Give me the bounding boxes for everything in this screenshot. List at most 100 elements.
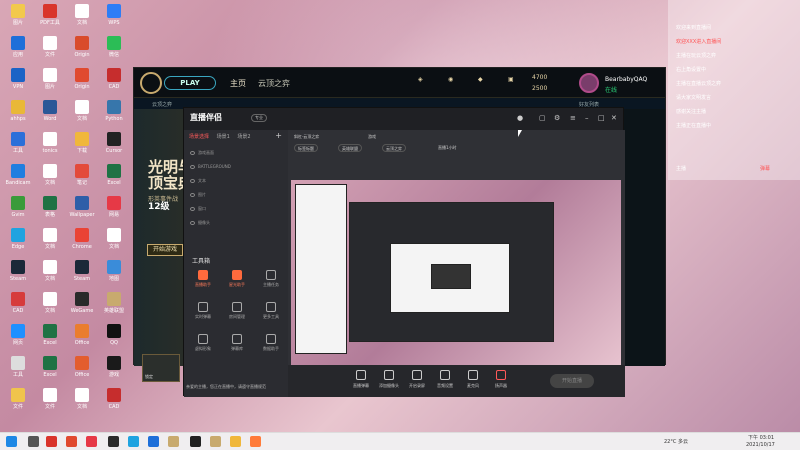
tab-scene-2[interactable]: 场景2 <box>237 133 250 140</box>
desktop-icon[interactable]: Excel <box>34 324 66 358</box>
desktop-icon[interactable]: 文件 <box>2 388 34 422</box>
eye-icon[interactable] <box>190 165 195 169</box>
game-nav-icon-home[interactable]: ◈ <box>418 76 423 83</box>
toolbox-item[interactable]: 更多工具 <box>258 302 284 326</box>
play-button[interactable]: PLAY <box>164 76 216 90</box>
nav-home[interactable]: 主页 <box>230 78 246 89</box>
desktop-icon[interactable]: 文档 <box>34 292 66 326</box>
desktop-icon[interactable]: 文档 <box>34 164 66 198</box>
desktop-icon[interactable]: 下载 <box>66 132 98 166</box>
desktop-icon[interactable]: WeGame <box>66 292 98 326</box>
menu-icon[interactable]: ≡ <box>570 114 576 122</box>
desktop-icon[interactable]: Edge <box>2 228 34 262</box>
taskbar-app-icon[interactable] <box>148 436 159 447</box>
add-camera-button[interactable]: 添加摄像头 <box>376 368 402 394</box>
taskbar-app-icon[interactable] <box>250 436 261 447</box>
desktop-icon[interactable]: 微信 <box>98 36 130 70</box>
source-item[interactable]: BATTLEGROUND <box>190 164 282 173</box>
toolbox-item[interactable]: 弹幕库 <box>224 334 250 358</box>
profile-avatar[interactable] <box>579 73 599 93</box>
live-preview[interactable] <box>291 180 621 365</box>
desktop-icon[interactable]: Origin <box>66 36 98 70</box>
desktop-icon[interactable]: Origin <box>66 68 98 102</box>
taskbar-app-icon[interactable] <box>46 436 57 447</box>
tag-chip[interactable]: 英雄联盟 <box>338 144 362 152</box>
toolbox-item[interactable]: 直播助手 <box>190 270 216 294</box>
desktop-icon[interactable]: Bandicam <box>2 164 34 198</box>
desktop-icon[interactable]: 文档 <box>34 228 66 262</box>
microphone-button[interactable]: 麦克风 <box>460 368 486 394</box>
taskbar-app-icon[interactable] <box>108 436 119 447</box>
desktop-icon[interactable]: Steam <box>2 260 34 294</box>
message-icon[interactable]: ▢ <box>539 114 546 122</box>
taskbar-app-icon[interactable] <box>230 436 241 447</box>
tag-chip[interactable]: 标签标题 <box>294 144 318 152</box>
eye-icon[interactable] <box>190 151 195 155</box>
speaker-button[interactable]: 扬声器 <box>488 368 514 394</box>
locked-card[interactable]: 锁定 <box>142 354 180 382</box>
desktop-icon[interactable]: 图片 <box>34 68 66 102</box>
desktop-icon[interactable]: 网易 <box>98 196 130 230</box>
desktop-icon[interactable]: Excel <box>98 164 130 198</box>
desktop-icon[interactable]: Chrome <box>66 228 98 262</box>
sub-left[interactable]: 云顶之弈 <box>152 102 172 108</box>
desktop-icon[interactable]: 文档 <box>66 100 98 134</box>
tag-chip[interactable]: 云顶之弈 <box>382 144 406 152</box>
desktop-icon[interactable]: 工具 <box>2 356 34 390</box>
toolbox-item[interactable]: 主播任务 <box>258 270 284 294</box>
source-item[interactable]: 图片 <box>190 192 282 201</box>
taskbar-app-icon[interactable] <box>190 436 201 447</box>
start-icon[interactable] <box>6 436 17 447</box>
toolbox-item[interactable]: 实时弹幕 <box>190 302 216 326</box>
game-nav-icon-collection[interactable]: ◉ <box>448 76 453 83</box>
desktop-icon[interactable]: Office <box>66 356 98 390</box>
desktop-icon[interactable]: 文档 <box>34 260 66 294</box>
desktop-icon[interactable]: Steam <box>66 260 98 294</box>
desktop-icon[interactable]: 文件 <box>34 36 66 70</box>
desktop-icon[interactable]: WPS <box>98 4 130 38</box>
desktop-icon[interactable]: 地图 <box>98 260 130 294</box>
taskbar-app-icon[interactable] <box>86 436 97 447</box>
maximize-icon[interactable]: □ <box>598 114 605 122</box>
taskbar-app-icon[interactable] <box>210 436 221 447</box>
tab-scene-1[interactable]: 场景1 <box>217 133 230 140</box>
desktop-icon[interactable]: CAD <box>98 68 130 102</box>
toolbox-item[interactable]: 房间管理 <box>224 302 250 326</box>
live-danmu-button[interactable]: 直播弹幕 <box>348 368 374 394</box>
room-title[interactable]: 斜杠·云顶之弈 <box>294 134 319 140</box>
desktop-icon[interactable]: Cursor <box>98 132 130 166</box>
desktop-icon[interactable]: QQ <box>98 324 130 358</box>
eye-icon[interactable] <box>190 193 195 197</box>
source-item[interactable]: 摄像头 <box>190 220 282 229</box>
desktop-icon[interactable]: PDF工具 <box>34 4 66 38</box>
add-scene-icon[interactable]: + <box>275 131 282 140</box>
clock-date[interactable]: 2021/10/17 <box>746 442 775 448</box>
desktop-icon[interactable]: ahhps <box>2 100 34 134</box>
taskbar-app-icon[interactable] <box>168 436 179 447</box>
taskbar-app-icon[interactable] <box>128 436 139 447</box>
desktop-icon[interactable]: Word <box>34 100 66 134</box>
desktop-icon[interactable]: CAD <box>98 388 130 422</box>
desktop-icon[interactable]: 文档 <box>66 4 98 38</box>
screen-record-button[interactable]: 开启录屏 <box>404 368 430 394</box>
desktop-icon[interactable]: 笔记 <box>66 164 98 198</box>
audio-settings-button[interactable]: 音频设置 <box>432 368 458 394</box>
desktop-icon[interactable]: 文档 <box>98 228 130 262</box>
desktop-icon[interactable]: Gvim <box>2 196 34 230</box>
game-nav-icon-loot[interactable]: ◆ <box>478 76 483 83</box>
eye-icon[interactable] <box>190 221 195 225</box>
desktop-icon[interactable]: 工具 <box>2 132 34 166</box>
avatar-icon[interactable]: ● <box>517 114 523 122</box>
desktop-icon[interactable]: Python <box>98 100 130 134</box>
desktop-icon[interactable]: 文件 <box>34 388 66 422</box>
toolbox-item[interactable]: 数据助手 <box>258 334 284 358</box>
source-item[interactable]: 文本 <box>190 178 282 187</box>
desktop-icon[interactable]: 游戏 <box>98 356 130 390</box>
settings-icon[interactable]: ⚙ <box>554 114 560 122</box>
desktop-icon[interactable]: Wallpaper <box>66 196 98 230</box>
nav-tft[interactable]: 云顶之弈 <box>258 78 290 89</box>
start-live-button[interactable]: 开始直播 <box>550 374 594 388</box>
desktop-icon[interactable]: CAD <box>2 292 34 326</box>
desktop-icon[interactable]: Office <box>66 324 98 358</box>
desktop-icon[interactable]: 图片 <box>2 4 34 38</box>
